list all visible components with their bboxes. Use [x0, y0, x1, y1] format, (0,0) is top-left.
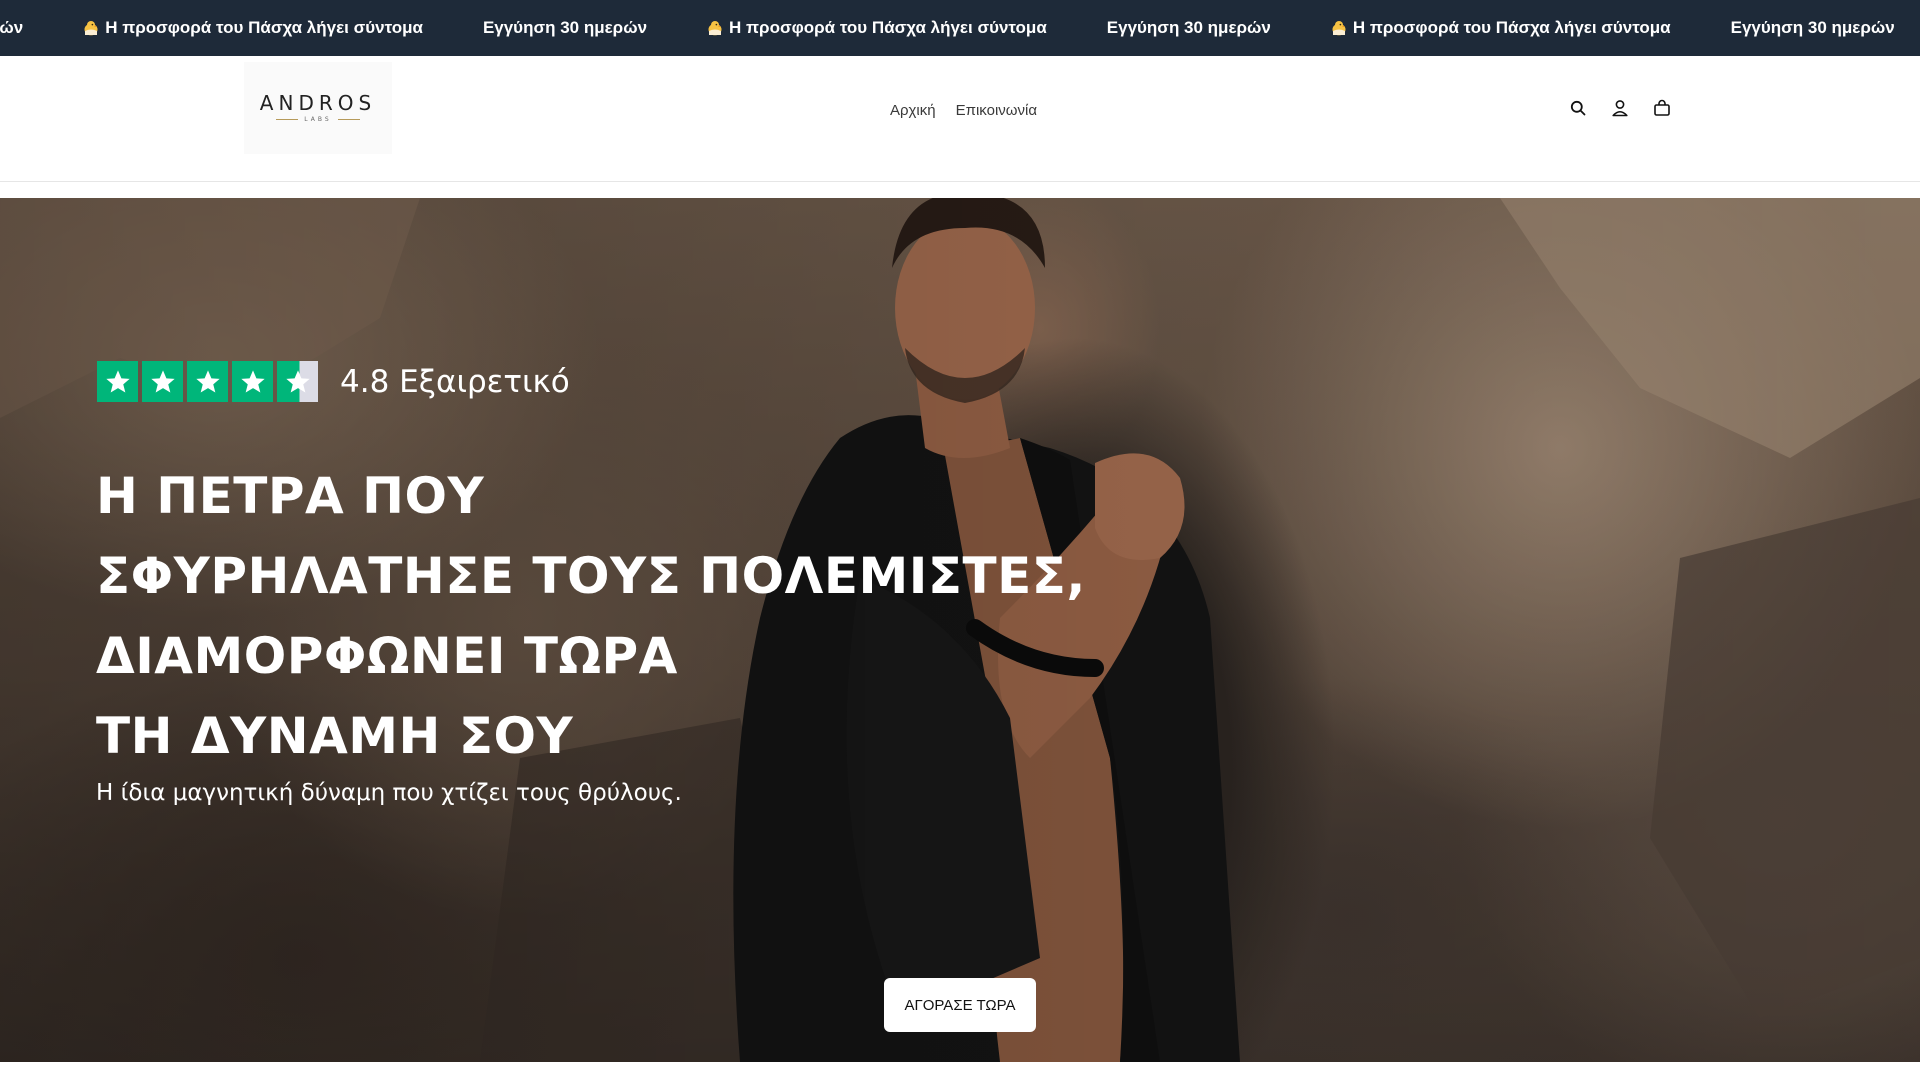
nav-link-home[interactable]: Αρχική: [890, 102, 936, 119]
rating-text: 4.8 Εξαιρετικό: [340, 363, 570, 400]
announcement-track: ημερών Η προσφορά του Πάσχα λήγει σύντομ…: [0, 0, 1920, 56]
star-icon: [187, 361, 228, 402]
announcement-text: Εγγύηση 30 ημερών: [482, 18, 648, 37]
announcement-bar: ημερών Η προσφορά του Πάσχα λήγει σύντομ…: [0, 0, 1920, 56]
hero-headline: Η ΠΕΤΡΑ ΠΟΥ ΣΦΥΡΗΛΑΤΗΣΕ ΤΟΥΣ ΠΟΛΕΜΙΣΤΕΣ,…: [96, 456, 1096, 776]
search-icon[interactable]: [1568, 98, 1588, 118]
account-icon[interactable]: [1610, 98, 1630, 118]
headline-line: ΤΗ ΔΥΝΑΜΗ ΣΟΥ: [96, 707, 574, 765]
main-nav: Αρχική Επικοινωνία: [890, 102, 1037, 119]
announcement-text: Εγγύηση 30 ημερών: [1730, 18, 1895, 37]
announcement-item: Η προσφορά του Πάσχα λήγει σύντομα: [83, 18, 423, 38]
headline-line: ΣΦΥΡΗΛΑΤΗΣΕ ΤΟΥΣ ΠΟΛΕΜΙΣΤΕΣ,: [96, 547, 1086, 605]
announcement-item: Εγγύηση 30 ημερών: [1107, 18, 1271, 38]
announcement-text: Η προσφορά του Πάσχα λήγει σύντομα: [105, 18, 423, 37]
hero-subheadline: Η ίδια μαγνητική δύναμη που χτίζει τους …: [96, 780, 682, 806]
logo[interactable]: ANDROS LABS: [244, 62, 392, 154]
announcement-text: ημερών: [0, 18, 24, 37]
chick-icon: [83, 20, 99, 36]
announcement-text: Εγγύηση 30 ημερών: [1106, 18, 1271, 37]
announcement-text: Η προσφορά του Πάσχα λήγει σύντομα: [729, 18, 1047, 37]
nav-link-contact[interactable]: Επικοινωνία: [956, 102, 1037, 119]
logo-wordmark: ANDROS: [259, 91, 377, 115]
header-divider: [0, 181, 1920, 182]
headline-line: ΔΙΑΜΟΡΦΩΝΕΙ ΤΩΡΑ: [96, 627, 678, 685]
star-icon: [97, 361, 138, 402]
cart-icon[interactable]: [1652, 98, 1672, 118]
logo-subtext: LABS: [304, 116, 332, 123]
announcement-item: Η προσφορά του Πάσχα λήγει σύντομα: [707, 18, 1047, 38]
star-icon: [232, 361, 273, 402]
announcement-item: ημερών: [0, 18, 23, 38]
hero-banner: 4.8 Εξαιρετικό Η ΠΕΤΡΑ ΠΟΥ ΣΦΥΡΗΛΑΤΗΣΕ Τ…: [0, 198, 1920, 1062]
logo-line-left: [276, 119, 299, 120]
logo-subline: LABS: [276, 116, 360, 123]
logo-line-right: [337, 119, 360, 120]
announcement-item: Εγγύηση 30 ημερών: [1731, 18, 1895, 38]
header-icons: [1568, 98, 1672, 118]
announcement-item: Εγγύηση 30 ημερών: [483, 18, 647, 38]
shop-now-button[interactable]: ΑΓΟΡΑΣΕ ΤΩΡΑ: [884, 978, 1036, 1032]
announcement-item: Η προσφορά του Πάσχα λήγει σύντομα: [1331, 18, 1671, 38]
chick-icon: [707, 20, 723, 36]
star-half-icon: [277, 361, 318, 402]
chick-icon: [1331, 20, 1347, 36]
headline-line: Η ΠΕΤΡΑ ΠΟΥ: [96, 467, 485, 525]
trustpilot-rating: 4.8 Εξαιρετικό: [97, 361, 570, 402]
star-icon: [142, 361, 183, 402]
announcement-text: Η προσφορά του Πάσχα λήγει σύντομα: [1352, 18, 1671, 37]
rating-stars: [97, 361, 318, 402]
